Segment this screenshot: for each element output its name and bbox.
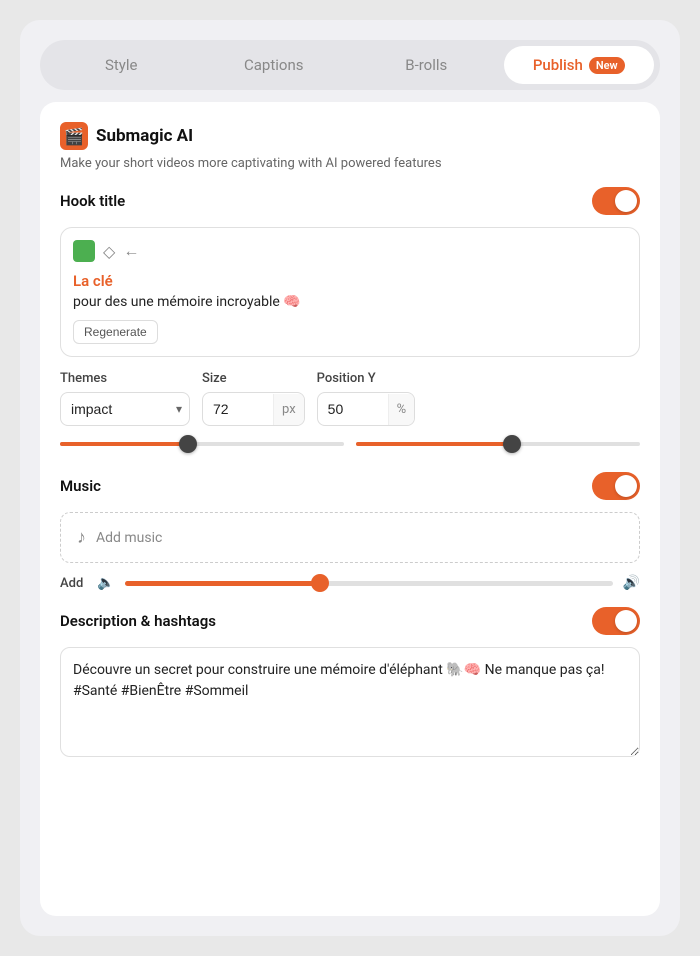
volume-track[interactable] <box>125 581 613 586</box>
description-textarea[interactable]: Découvre un secret pour construire une m… <box>60 647 640 757</box>
themes-label: Themes <box>60 371 190 386</box>
position-slider-group <box>356 434 640 454</box>
position-y-group: Position Y % <box>317 371 416 426</box>
position-y-unit: % <box>388 394 415 425</box>
position-slider-fill <box>356 442 512 446</box>
back-arrow-icon[interactable]: ← <box>123 241 139 261</box>
themes-select-wrapper: impact arial roboto helvetica ▾ <box>60 392 190 426</box>
themes-group: Themes impact arial roboto helvetica ▾ <box>60 371 190 426</box>
hook-title-toggle[interactable] <box>592 187 640 215</box>
brand-icon: 🎬 <box>60 122 88 150</box>
volume-add-label: Add <box>60 576 83 591</box>
size-unit: px <box>273 394 304 425</box>
volume-fill <box>125 581 320 586</box>
app-container: Style Captions B-rolls Publish New 🎬 Sub… <box>20 20 680 936</box>
size-slider-group <box>60 434 344 454</box>
volume-low-icon: 🔈 <box>97 575 114 591</box>
position-y-input[interactable] <box>318 393 388 425</box>
music-note-icon: ♪ <box>77 527 86 548</box>
hook-title-row: Hook title <box>60 187 640 215</box>
controls-row: Themes impact arial roboto helvetica ▾ S… <box>60 371 640 426</box>
hook-card: ◇ ← La clé pour des une mémoire incroyab… <box>60 227 640 357</box>
position-slider-thumb[interactable] <box>503 435 521 453</box>
volume-high-icon: 🔊 <box>623 575 640 591</box>
brand-header: 🎬 Submagic AI <box>60 122 640 150</box>
sliders-row <box>60 432 640 454</box>
description-toggle[interactable] <box>592 607 640 635</box>
add-music-box[interactable]: ♪ Add music <box>60 512 640 563</box>
add-music-label: Add music <box>96 530 162 546</box>
music-label: Music <box>60 477 101 495</box>
tab-bar: Style Captions B-rolls Publish New <box>40 40 660 90</box>
color-swatch[interactable] <box>73 240 95 262</box>
hook-text-body: pour des une mémoire incroyable 🧠 <box>73 294 627 310</box>
themes-select[interactable]: impact arial roboto helvetica <box>60 392 190 426</box>
tab-captions[interactable]: Captions <box>199 46 350 84</box>
tab-brolls[interactable]: B-rolls <box>351 46 502 84</box>
publish-new-badge: New <box>589 57 625 74</box>
size-input[interactable] <box>203 393 273 425</box>
size-slider-thumb[interactable] <box>179 435 197 453</box>
position-y-input-group: % <box>317 392 416 426</box>
main-panel: 🎬 Submagic AI Make your short videos mor… <box>40 102 660 916</box>
music-toggle[interactable] <box>592 472 640 500</box>
position-y-label: Position Y <box>317 371 416 386</box>
description-section-row: Description & hashtags <box>60 607 640 635</box>
size-slider-fill <box>60 442 188 446</box>
volume-row: Add 🔈 🔊 <box>60 575 640 591</box>
size-slider-track[interactable] <box>60 442 344 446</box>
volume-thumb[interactable] <box>311 574 329 592</box>
size-input-group: px <box>202 392 305 426</box>
diamond-icon[interactable]: ◇ <box>103 242 115 261</box>
tab-style[interactable]: Style <box>46 46 197 84</box>
regenerate-button[interactable]: Regenerate <box>73 320 158 344</box>
hook-title-label: Hook title <box>60 192 125 210</box>
position-slider-track[interactable] <box>356 442 640 446</box>
brand-subtitle: Make your short videos more captivating … <box>60 156 640 171</box>
hook-toolbar: ◇ ← <box>73 240 627 262</box>
music-section-row: Music <box>60 472 640 500</box>
brand-title: Submagic AI <box>96 126 193 146</box>
description-label: Description & hashtags <box>60 612 216 630</box>
tab-publish[interactable]: Publish New <box>504 46 655 84</box>
size-group: Size px <box>202 371 305 426</box>
hook-text-title: La clé <box>73 272 627 290</box>
size-label: Size <box>202 371 305 386</box>
tab-publish-label: Publish <box>533 56 583 74</box>
